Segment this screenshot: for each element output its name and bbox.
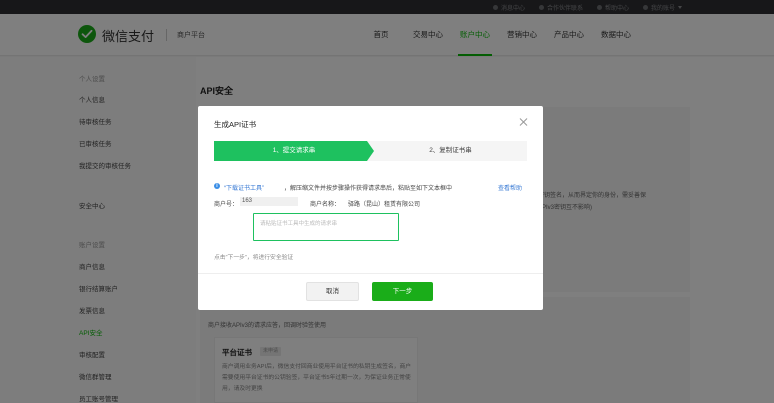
merchant-id-value: 163 [240, 197, 298, 206]
dialog-footer-divider [198, 273, 543, 274]
merchant-name-value: 驿路（昆山）租赁有限公司 [348, 202, 421, 208]
cancel-button[interactable]: 取消 [306, 282, 359, 301]
close-icon[interactable] [519, 118, 527, 126]
merchant-name-label: 商户名称： [310, 202, 341, 208]
step-copy-cert: 2、复制证书串 [429, 147, 472, 154]
security-hint: 点击“下一步”，将进行安全验证 [214, 255, 294, 261]
merchant-id-label: 商户号： [214, 202, 239, 208]
info-icon: i [214, 183, 220, 189]
download-cert-tool-link[interactable]: “下载证书工具” [224, 183, 264, 192]
dialog-title: 生成API证书 [214, 120, 257, 129]
instruction-text: ，解压缩文件并按步骤操作获得请求串后，粘贴至如下文本框中 [284, 186, 453, 192]
step-indicator: 1、提交请求串 2、复制证书串 [214, 141, 527, 161]
next-button[interactable]: 下一步 [372, 282, 433, 301]
generate-api-cert-dialog: 生成API证书 1、提交请求串 2、复制证书串 i “下载证书工具” ，解压缩文… [198, 106, 543, 310]
request-string-input[interactable] [253, 213, 399, 241]
step-submit-request: 1、提交请求串 [214, 141, 374, 161]
view-help-link[interactable]: 查看帮助 [498, 183, 522, 192]
